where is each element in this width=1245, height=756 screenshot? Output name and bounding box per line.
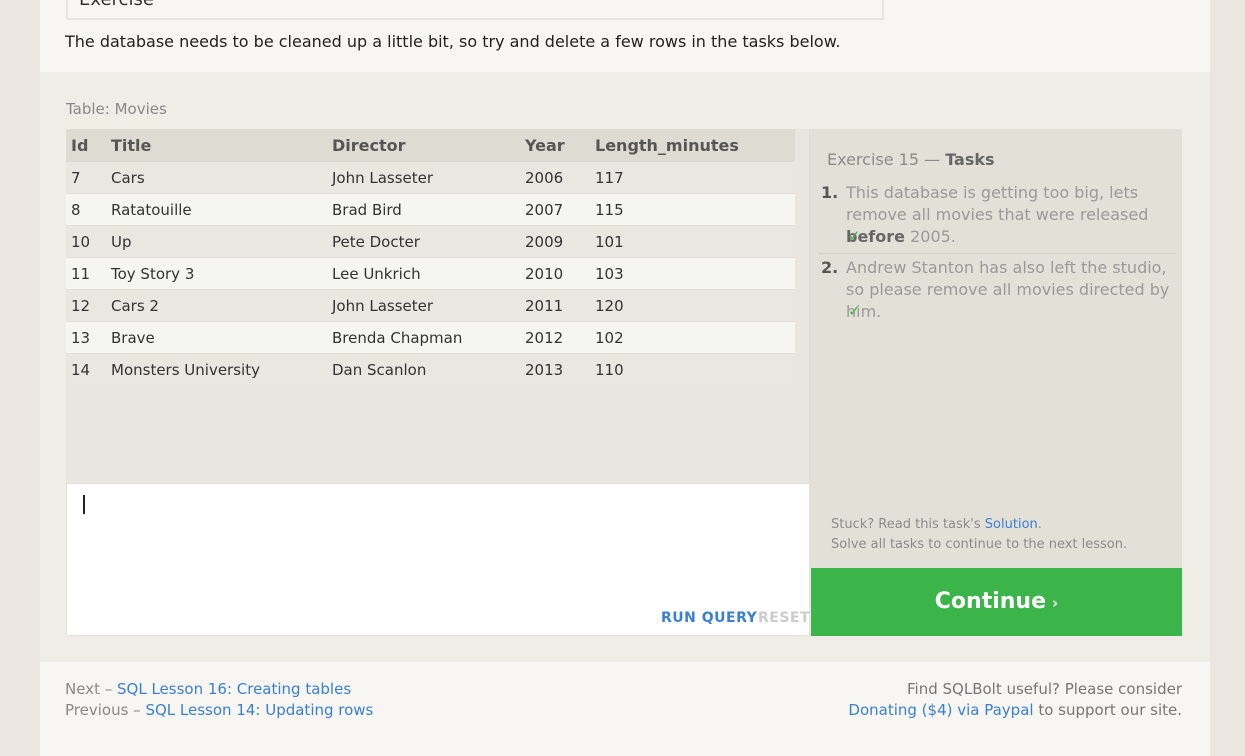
column-header-year: Year bbox=[525, 136, 565, 155]
cell-length: 115 bbox=[595, 201, 624, 219]
query-editor[interactable]: RUN QUERY RESET bbox=[66, 483, 810, 636]
exercise-heading: Exercise bbox=[66, 0, 884, 20]
tasks-panel: Exercise 15 — Tasks 1. This database is … bbox=[810, 129, 1182, 568]
cell-year: 2011 bbox=[525, 297, 564, 315]
tasks-title: Exercise 15 — Tasks bbox=[827, 150, 995, 169]
task-number: 2. bbox=[821, 258, 839, 277]
task-complete-check-icon: ✓ bbox=[848, 227, 861, 245]
column-header-id: Id bbox=[71, 136, 89, 155]
task-text: Andrew Stanton has also left the studio,… bbox=[846, 258, 1170, 321]
table-row: 8 Ratatouille Brad Bird 2007 115 bbox=[66, 194, 795, 226]
table-label: Table: Movies bbox=[66, 100, 167, 118]
reset-button[interactable]: RESET bbox=[758, 610, 810, 626]
cell-title: Brave bbox=[111, 329, 155, 347]
continue-label: Continue bbox=[934, 589, 1047, 614]
previous-lesson-nav: Previous – SQL Lesson 14: Updating rows bbox=[65, 701, 374, 719]
cell-director: Dan Scanlon bbox=[332, 361, 427, 379]
exercise-intro: The database needs to be cleaned up a li… bbox=[65, 32, 841, 51]
cell-length: 101 bbox=[595, 233, 624, 251]
cell-length: 117 bbox=[595, 169, 624, 187]
cell-year: 2012 bbox=[525, 329, 564, 347]
donate-line: Donating ($4) via Paypal to support our … bbox=[848, 701, 1182, 719]
chevron-right-icon: › bbox=[1052, 594, 1059, 612]
results-table: Id Title Director Year Length_minutes 7 … bbox=[66, 129, 810, 483]
cell-title: Monsters University bbox=[111, 361, 260, 379]
solution-link[interactable]: Solution bbox=[985, 517, 1038, 532]
table-row: 14 Monsters University Dan Scanlon 2013 … bbox=[66, 354, 795, 386]
run-query-button[interactable]: RUN QUERY bbox=[661, 610, 757, 626]
donate-link[interactable]: Donating ($4) via Paypal bbox=[848, 701, 1033, 719]
table-header: Id Title Director Year Length_minutes bbox=[66, 129, 795, 162]
cell-id: 13 bbox=[71, 329, 91, 347]
cell-director: Brad Bird bbox=[332, 201, 402, 219]
text-cursor bbox=[83, 495, 85, 514]
next-lesson-link[interactable]: SQL Lesson 16: Creating tables bbox=[117, 680, 351, 698]
tasks-title-prefix: Exercise 15 — bbox=[827, 150, 941, 169]
previous-lesson-link[interactable]: SQL Lesson 14: Updating rows bbox=[145, 701, 373, 719]
cell-title: Toy Story 3 bbox=[111, 265, 195, 283]
cell-length: 110 bbox=[595, 361, 624, 379]
cell-id: 14 bbox=[71, 361, 91, 379]
cell-director: Pete Docter bbox=[332, 233, 420, 251]
cell-length: 103 bbox=[595, 265, 624, 283]
cell-id: 10 bbox=[71, 233, 91, 251]
next-lesson-nav: Next – SQL Lesson 16: Creating tables bbox=[65, 680, 352, 698]
lesson-page: Exercise The database needs to be cleane… bbox=[40, 0, 1210, 756]
tasks-title-bold: Tasks bbox=[945, 150, 995, 169]
cell-director: Lee Unkrich bbox=[332, 265, 421, 283]
cell-director: Brenda Chapman bbox=[332, 329, 463, 347]
continue-button[interactable]: Continue › bbox=[811, 568, 1182, 636]
table-row: 11 Toy Story 3 Lee Unkrich 2010 103 bbox=[66, 258, 795, 290]
table-row: 7 Cars John Lasseter 2006 117 bbox=[66, 162, 795, 194]
cell-year: 2007 bbox=[525, 201, 564, 219]
task-text: This database is getting too big, lets r… bbox=[846, 183, 1149, 246]
cell-id: 7 bbox=[71, 169, 81, 187]
cell-id: 12 bbox=[71, 297, 91, 315]
cell-id: 11 bbox=[71, 265, 91, 283]
table-row: 10 Up Pete Docter 2009 101 bbox=[66, 226, 795, 258]
cell-title: Ratatouille bbox=[111, 201, 192, 219]
solve-all-text: Solve all tasks to continue to the next … bbox=[831, 537, 1128, 552]
column-header-director: Director bbox=[332, 136, 406, 155]
cell-length: 120 bbox=[595, 297, 624, 315]
footer: Next – SQL Lesson 16: Creating tables Pr… bbox=[40, 662, 1210, 756]
cell-director: John Lasseter bbox=[332, 297, 434, 315]
column-header-length: Length_minutes bbox=[595, 136, 739, 155]
task-number: 1. bbox=[821, 183, 839, 202]
cell-year: 2006 bbox=[525, 169, 564, 187]
table-row: 12 Cars 2 John Lasseter 2011 120 bbox=[66, 290, 795, 322]
cell-title: Cars bbox=[111, 169, 145, 187]
cell-director: John Lasseter bbox=[332, 169, 434, 187]
exercise-header: Exercise The database needs to be cleane… bbox=[40, 0, 1210, 72]
task-complete-check-icon: ✓ bbox=[848, 302, 861, 320]
cell-title: Cars 2 bbox=[111, 297, 159, 315]
cell-year: 2013 bbox=[525, 361, 564, 379]
cell-length: 102 bbox=[595, 329, 624, 347]
cell-year: 2010 bbox=[525, 265, 564, 283]
find-useful-text: Find SQLBolt useful? Please consider bbox=[907, 680, 1182, 698]
cell-title: Up bbox=[111, 233, 132, 251]
table-row: 13 Brave Brenda Chapman 2012 102 bbox=[66, 322, 795, 354]
cell-id: 8 bbox=[71, 201, 81, 219]
cell-year: 2009 bbox=[525, 233, 564, 251]
column-header-title: Title bbox=[111, 136, 152, 155]
stuck-hint: Stuck? Read this task's Solution. Solve … bbox=[831, 515, 1127, 555]
task-divider bbox=[818, 253, 1176, 254]
